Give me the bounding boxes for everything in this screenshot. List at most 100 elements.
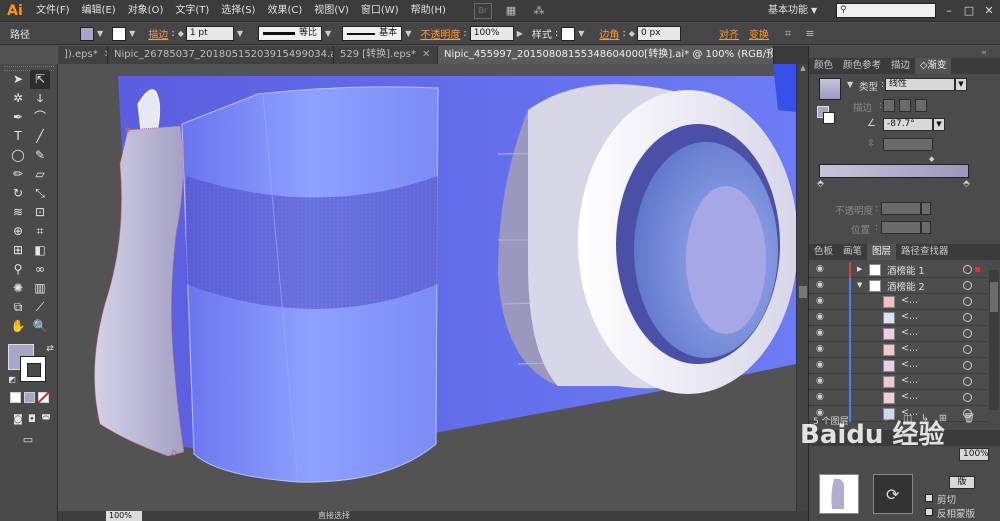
layers-scrollbar[interactable] [989, 270, 999, 410]
isolate-icon[interactable]: ⌗ [779, 26, 797, 42]
swap-colors-icon[interactable]: ⇄ [40, 340, 60, 359]
brush-definition[interactable]: 基本 [342, 26, 403, 41]
slice-tool-icon[interactable]: ⟋ [30, 298, 50, 317]
pencil-tool-icon[interactable]: ✏ [8, 165, 28, 184]
tab-stroke[interactable]: 描边 [886, 58, 915, 74]
stepper-icon[interactable]: ◆ [629, 29, 635, 38]
tab-color-guide[interactable]: 颜色参考 [838, 58, 886, 74]
mesh-tool-icon[interactable]: ⊞ [8, 241, 28, 260]
curvature-tool-icon[interactable]: ⌒ [30, 108, 50, 127]
artboard-tool-icon[interactable]: ⧉ [8, 298, 28, 317]
selection-tool-icon[interactable]: ➤ [8, 70, 28, 89]
layer-name[interactable]: <... [901, 343, 918, 354]
ellipse-tool-icon[interactable]: ◯ [8, 146, 28, 165]
layer-name[interactable]: <... [901, 327, 918, 338]
zoom-tool-icon[interactable]: 🔍 [30, 317, 50, 336]
layer-target-icon[interactable] [963, 313, 972, 322]
layer-row[interactable]: ◉ <... [809, 342, 987, 358]
layer-name[interactable]: <... [901, 375, 918, 386]
symbol-sprayer-tool-icon[interactable]: ✺ [8, 279, 28, 298]
menu-select[interactable]: 选择(S) [215, 0, 261, 22]
rotate-tool-icon[interactable]: ↻ [8, 184, 28, 203]
visibility-eye-icon[interactable]: ◉ [816, 392, 824, 402]
chevron-down-icon[interactable]: ▼ [325, 29, 331, 38]
transform-link[interactable]: 变换 [749, 26, 769, 41]
layer-target-icon[interactable] [963, 329, 972, 338]
menu-edit[interactable]: 编辑(E) [76, 0, 122, 22]
layer-target-icon[interactable] [963, 345, 972, 354]
clip-checkbox[interactable] [925, 494, 933, 502]
visibility-eye-icon[interactable]: ◉ [816, 344, 824, 354]
tab-color[interactable]: 颜色 [809, 58, 838, 74]
close-icon[interactable]: ✕ [422, 46, 430, 64]
layer-name[interactable]: <... [901, 391, 918, 402]
layer-target-icon[interactable] [963, 281, 972, 290]
tab-layers[interactable]: 图层 [867, 244, 897, 260]
stroke-label[interactable]: 描边 [148, 26, 168, 41]
layer-name[interactable]: 酒榜能 2 [887, 279, 925, 293]
chevron-down-icon[interactable]: ▼ [847, 80, 853, 89]
screen-mode-icon[interactable]: ▭ [18, 430, 38, 449]
stroke-mini-swatch[interactable] [823, 112, 835, 124]
eraser-tool-icon[interactable]: ▱ [30, 165, 50, 184]
visibility-eye-icon[interactable]: ◉ [816, 264, 824, 274]
chevron-down-icon[interactable]: ▼ [237, 29, 243, 38]
stroke-gradient-btn[interactable] [915, 99, 927, 112]
gradient-tool-icon[interactable]: ◧ [30, 241, 50, 260]
visibility-eye-icon[interactable]: ◉ [816, 280, 824, 290]
chevron-down-icon[interactable]: ▼ [578, 29, 584, 38]
gradient-midpoint-icon[interactable]: ◆ [929, 155, 934, 163]
layer-name[interactable]: <... [901, 311, 918, 322]
scale-tool-icon[interactable]: ⤡ [30, 184, 50, 203]
paintbrush-tool-icon[interactable]: ✎ [30, 146, 50, 165]
graphic-style-swatch[interactable] [561, 26, 576, 41]
layer-target-icon[interactable] [963, 297, 972, 306]
selection-indicator[interactable] [975, 267, 980, 272]
gpu-icon[interactable]: ⁂ [530, 3, 548, 19]
chevron-right-icon[interactable]: ▶ [857, 265, 862, 273]
invert-mask-checkbox[interactable] [925, 508, 933, 516]
aspect-ratio-field[interactable] [883, 138, 933, 151]
layer-row[interactable]: ◉ <... [809, 358, 987, 374]
corner-radius-field[interactable]: 0 px [636, 26, 681, 41]
fill-swatch[interactable] [80, 26, 94, 41]
scroll-thumb[interactable] [799, 286, 807, 298]
stroke-weight-field[interactable]: 1 pt [185, 26, 234, 41]
stroke-gradient-btn[interactable] [899, 99, 911, 112]
eyedropper-tool-icon[interactable]: ⚲ [8, 260, 28, 279]
opacity-label[interactable]: 不透明度 [420, 26, 460, 41]
angle-field[interactable]: -87.7° [883, 118, 933, 131]
gradient-stop-left[interactable]: ⬘ [817, 179, 824, 189]
stop-position-field[interactable] [881, 221, 921, 234]
zoom-field[interactable]: 100% [106, 511, 142, 521]
menu-help[interactable]: 帮助(H) [405, 0, 452, 22]
warp-tool-icon[interactable]: ≋ [8, 203, 28, 222]
corner-label[interactable]: 边角 [599, 26, 619, 41]
draw-inside-icon[interactable]: ◚ [36, 410, 56, 429]
minimize-icon[interactable]: – [940, 2, 958, 20]
tab-brushes[interactable]: 画笔 [838, 244, 867, 260]
layer-name[interactable]: 酒榜能 1 [887, 263, 925, 277]
artboard-canvas[interactable] [58, 64, 796, 511]
menu-file[interactable]: 文件(F) [30, 0, 76, 22]
perspective-grid-tool-icon[interactable]: ⌗ [30, 222, 50, 241]
menu-type[interactable]: 文字(T) [169, 0, 215, 22]
gradient-mode-icon[interactable] [24, 392, 35, 403]
color-mode-icon[interactable] [10, 392, 21, 403]
stop-opacity-field[interactable] [881, 202, 921, 215]
scroll-thumb[interactable] [990, 282, 998, 312]
tab-gradient[interactable]: ◇渐变 [915, 58, 952, 74]
menu-view[interactable]: 视图(V) [308, 0, 355, 22]
pen-tool-icon[interactable]: ✒ [8, 108, 28, 127]
bridge-button[interactable]: Br [473, 2, 492, 19]
layer-row[interactable]: ◉ <... [809, 294, 987, 310]
layer-name[interactable]: <... [901, 295, 918, 306]
make-mask-button[interactable]: 版 [949, 476, 975, 489]
layer-target-icon[interactable] [963, 361, 972, 370]
help-search-input[interactable]: ⚲ [836, 3, 936, 18]
layer-name[interactable]: <... [901, 359, 918, 370]
layer-row[interactable]: ◉ ▶ 酒榜能 1 [809, 262, 987, 278]
layer-row[interactable]: ◉ <... [809, 326, 987, 342]
chevron-down-icon[interactable]: ▼ [933, 118, 945, 131]
tab-doc-2[interactable]: Nipic_26785037_20180515203915499034.ai*✕ [108, 46, 334, 64]
